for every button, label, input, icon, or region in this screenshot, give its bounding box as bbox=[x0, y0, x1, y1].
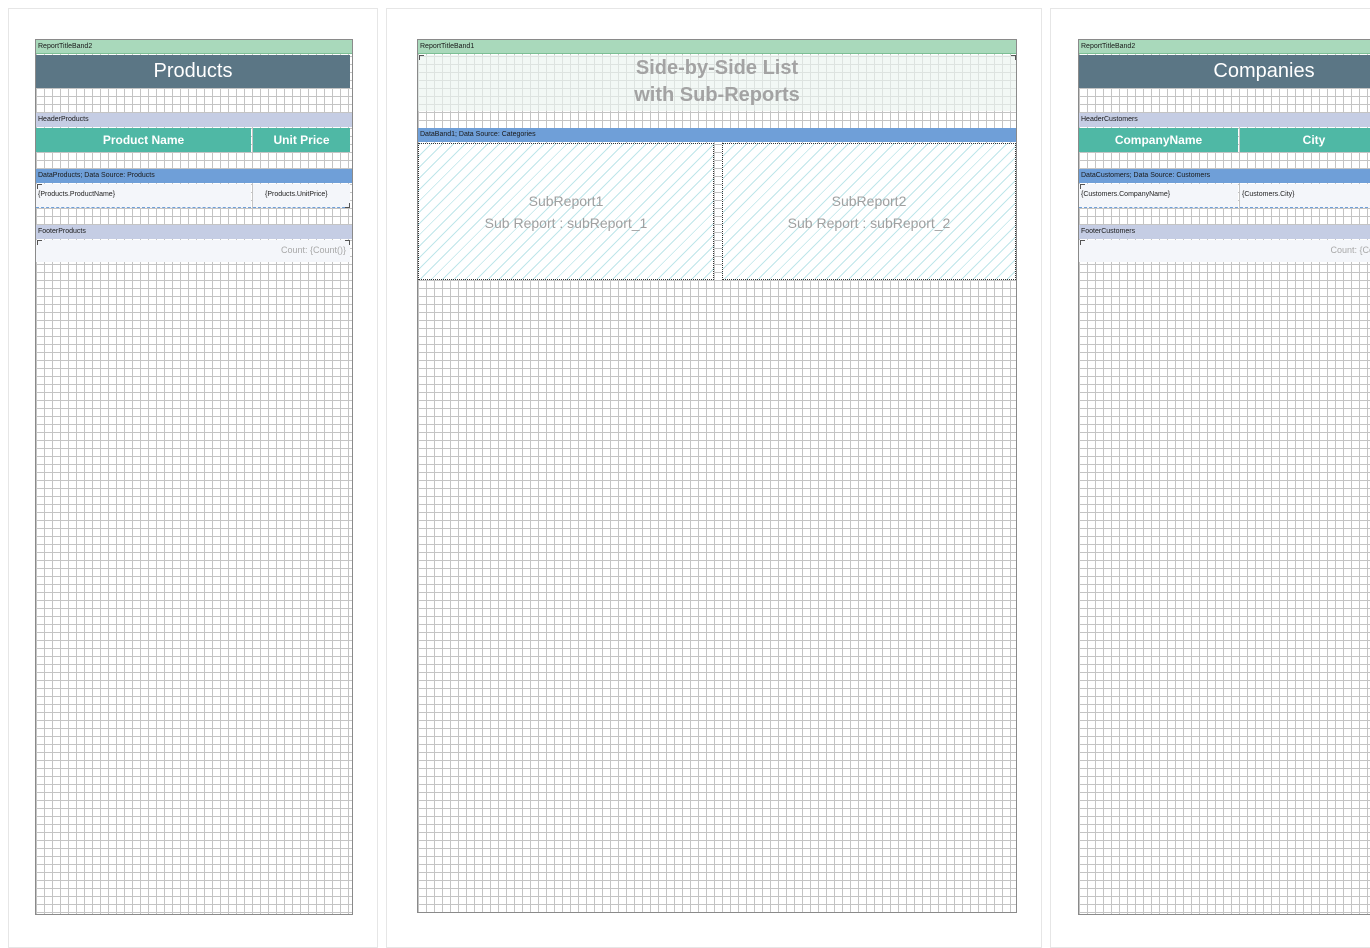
city-header[interactable]: City bbox=[1240, 128, 1370, 152]
companies-design-surface[interactable]: ReportTitleBand2 Companies HeaderCustome… bbox=[1078, 39, 1370, 915]
header-products-band-caption[interactable]: HeaderProducts bbox=[36, 113, 352, 127]
title-line-2: with Sub-Reports bbox=[634, 84, 800, 106]
right-report-page: ReportTitleBand2 Companies HeaderCustome… bbox=[1050, 8, 1370, 948]
main-report-page: ReportTitleBand1 Side-by-Side List with … bbox=[386, 8, 1042, 948]
left-report-page: ReportTitleBand2 Products HeaderProducts… bbox=[8, 8, 378, 948]
main-report-title[interactable]: Side-by-Side List with Sub-Reports bbox=[418, 55, 1016, 111]
selection-corner bbox=[345, 240, 350, 245]
subreport-1[interactable]: SubReport1 Sub Report : subReport_1 bbox=[418, 143, 714, 280]
selection-corner bbox=[419, 55, 424, 60]
selection-corner bbox=[1011, 55, 1016, 60]
unit-price-field[interactable]: {Products.UnitPrice} bbox=[253, 184, 350, 208]
footer-products-band-caption[interactable]: FooterProducts bbox=[36, 225, 352, 239]
products-title[interactable]: Products bbox=[36, 55, 350, 88]
report-title-band-caption[interactable]: ReportTitleBand2 bbox=[36, 40, 352, 54]
subreport-2-caption: Sub Report : subReport_2 bbox=[787, 215, 951, 231]
city-field[interactable]: {Customers.City} bbox=[1240, 184, 1370, 208]
selection-corner bbox=[37, 240, 42, 245]
product-name-header[interactable]: Product Name bbox=[36, 128, 251, 152]
count-footer-text[interactable]: Count: {Count()} bbox=[36, 240, 350, 262]
subreport-2[interactable]: SubReport2 Sub Report : subReport_2 bbox=[722, 143, 1016, 280]
subreport-1-caption: Sub Report : subReport_1 bbox=[484, 215, 648, 231]
selection-corner bbox=[345, 203, 350, 208]
subreport-1-name: SubReport1 bbox=[528, 193, 604, 209]
selection-corner bbox=[1080, 240, 1085, 245]
company-name-field[interactable]: {Customers.CompanyName} bbox=[1079, 184, 1238, 208]
unit-price-header[interactable]: Unit Price bbox=[253, 128, 350, 152]
header-customers-band-caption[interactable]: HeaderCustomers bbox=[1079, 113, 1370, 127]
companies-title[interactable]: Companies bbox=[1079, 55, 1370, 88]
products-design-surface[interactable]: ReportTitleBand2 Products HeaderProducts… bbox=[35, 39, 353, 915]
selection-corner bbox=[37, 184, 42, 189]
data-customers-band-caption[interactable]: DataCustomers; Data Source: Customers bbox=[1079, 169, 1370, 183]
selection-corner bbox=[1080, 184, 1085, 189]
count-footer-text[interactable]: Count: {Cou bbox=[1079, 240, 1370, 262]
data-products-band-caption[interactable]: DataProducts; Data Source: Products bbox=[36, 169, 352, 183]
report-title-band-caption[interactable]: ReportTitleBand2 bbox=[1079, 40, 1370, 54]
subreport-2-name: SubReport2 bbox=[831, 193, 907, 209]
footer-customers-band-caption[interactable]: FooterCustomers bbox=[1079, 225, 1370, 239]
product-name-field[interactable]: {Products.ProductName} bbox=[36, 184, 251, 208]
report-title-band-caption[interactable]: ReportTitleBand1 bbox=[418, 40, 1016, 54]
company-name-header[interactable]: CompanyName bbox=[1079, 128, 1238, 152]
title-line-1: Side-by-Side List bbox=[635, 57, 799, 79]
main-design-surface[interactable]: ReportTitleBand1 Side-by-Side List with … bbox=[417, 39, 1017, 913]
data-band-caption[interactable]: DataBand1; Data Source: Categories bbox=[418, 128, 1016, 142]
